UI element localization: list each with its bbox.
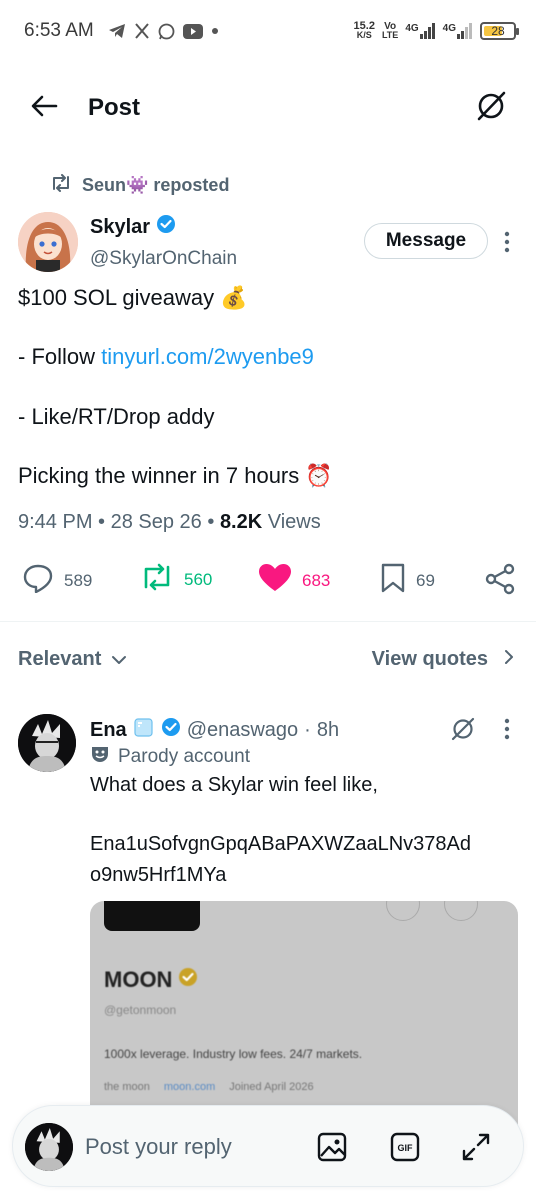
repost-action[interactable]: 560	[140, 563, 212, 596]
post-meta: 9:44 PM • 28 Sep 26 • 8.2K Views	[18, 511, 321, 533]
grok-icon[interactable]	[450, 716, 476, 747]
grok-icon[interactable]	[474, 89, 508, 128]
reply-author-handle[interactable]: @enaswago	[187, 719, 298, 742]
bookmark-action[interactable]: 69	[380, 563, 435, 598]
telegram-icon	[108, 23, 126, 39]
youtube-icon	[182, 23, 203, 39]
battery-icon: 28	[480, 22, 519, 40]
post-actions: 589 560 683 69	[0, 560, 536, 600]
notification-dot-icon	[211, 27, 219, 35]
post-text-line-3: - Like/RT/Drop addy	[18, 404, 215, 429]
reply-author-name[interactable]: Ena	[90, 719, 127, 742]
expand-icon[interactable]	[461, 1132, 491, 1167]
media-profile-meta: the moon moon.com Joined April 2026	[104, 1081, 314, 1093]
post-text-line-4: Picking the winner in 7 hours ⏰	[18, 463, 333, 488]
repost-label: Seun👾 reposted	[82, 175, 230, 195]
reply-header: Ena @enaswago · 8h	[90, 716, 339, 744]
reply-avatar[interactable]	[18, 714, 76, 772]
reply-text-line-2: Ena1uSofvgnGpqABaPAXWZaaLNv378Ad	[90, 833, 471, 855]
signal-2-icon: 4G	[443, 23, 473, 39]
share-icon	[484, 563, 516, 600]
author-avatar[interactable]	[18, 212, 78, 272]
views-count: 8.2K	[219, 511, 263, 533]
chevron-right-icon	[504, 648, 514, 671]
section-divider	[0, 621, 536, 622]
bookmark-count: 69	[416, 570, 435, 590]
reply-more-options-icon[interactable]	[503, 718, 511, 745]
post-time: 9:44 PM	[18, 511, 93, 533]
view-quotes-link[interactable]: View quotes	[372, 648, 514, 671]
reply-action[interactable]: 589	[22, 563, 92, 598]
back-arrow-icon[interactable]	[30, 94, 58, 123]
views-label: Views	[267, 511, 321, 533]
ice-cube-icon	[133, 716, 155, 744]
reply-count: 589	[64, 570, 93, 590]
repost-small-icon	[50, 174, 72, 197]
author-name[interactable]: Skylar	[90, 216, 150, 239]
reply-composer-bar[interactable]: Post your reply GIF	[12, 1105, 524, 1187]
post-link[interactable]: tinyurl.com/2wyenbe9	[101, 344, 314, 369]
reply-time: 8h	[316, 718, 340, 741]
post-text-line-2: - Follow tinyurl.com/2wyenbe9	[18, 344, 314, 369]
like-count: 683	[302, 570, 331, 590]
x-logo-icon	[134, 23, 150, 39]
parody-label: Parody account	[90, 745, 250, 769]
like-action[interactable]: 683	[258, 563, 330, 598]
current-user-avatar	[25, 1123, 73, 1171]
author-handle[interactable]: @SkylarOnChain	[90, 248, 237, 270]
theater-masks-icon	[90, 745, 110, 769]
chevron-down-icon	[111, 648, 127, 671]
svg-text:GIF: GIF	[398, 1143, 414, 1153]
top-app-bar: Post	[0, 78, 536, 138]
reply-input[interactable]: Post your reply	[85, 1134, 232, 1160]
whatsapp-icon	[158, 23, 175, 40]
more-options-icon[interactable]	[503, 231, 511, 258]
reply-text-line-1: What does a Skylar win feel like,	[90, 774, 378, 796]
sort-dropdown[interactable]: Relevant	[18, 648, 127, 671]
post-date: 28 Sep 26	[110, 511, 202, 533]
replies-sort-row: Relevant View quotes	[0, 642, 536, 678]
media-profile-bio: 1000x leverage. Industry low fees. 24/7 …	[104, 1047, 363, 1061]
reply-icon	[22, 563, 54, 598]
reply-text-line-3: o9nw5Hrf1MYa	[90, 864, 227, 886]
share-action[interactable]	[484, 563, 516, 600]
image-icon[interactable]	[317, 1132, 347, 1167]
media-profile-handle: @getonmoon	[104, 1003, 177, 1017]
repost-indicator[interactable]: Seun👾 reposted	[50, 174, 229, 197]
status-bar: 6:53 AM 15.2 K/S Vo LTE 4G 4G 28	[0, 0, 536, 62]
media-profile-name: MOON	[104, 967, 173, 992]
repost-count: 560	[184, 569, 213, 589]
verified-badge-icon	[156, 214, 176, 240]
verified-badge-icon	[161, 717, 181, 743]
status-time: 6:53 AM	[24, 20, 94, 41]
bookmark-icon	[380, 563, 406, 598]
heart-filled-icon	[258, 563, 292, 598]
sort-label: Relevant	[18, 648, 102, 670]
network-speed: 15.2 K/S	[353, 20, 375, 40]
author-block: Skylar @SkylarOnChain	[90, 214, 237, 270]
view-quotes-label: View quotes	[371, 648, 488, 670]
gold-badge-icon	[178, 967, 198, 993]
post-text-line-1: $100 SOL giveaway 💰	[18, 285, 248, 310]
volte-indicator: Vo LTE	[381, 21, 399, 40]
gif-icon[interactable]: GIF	[390, 1132, 420, 1167]
message-button[interactable]: Message	[364, 223, 488, 259]
signal-1-icon: 4G	[405, 23, 435, 39]
page-title: Post	[88, 94, 141, 121]
repost-icon	[140, 563, 174, 596]
